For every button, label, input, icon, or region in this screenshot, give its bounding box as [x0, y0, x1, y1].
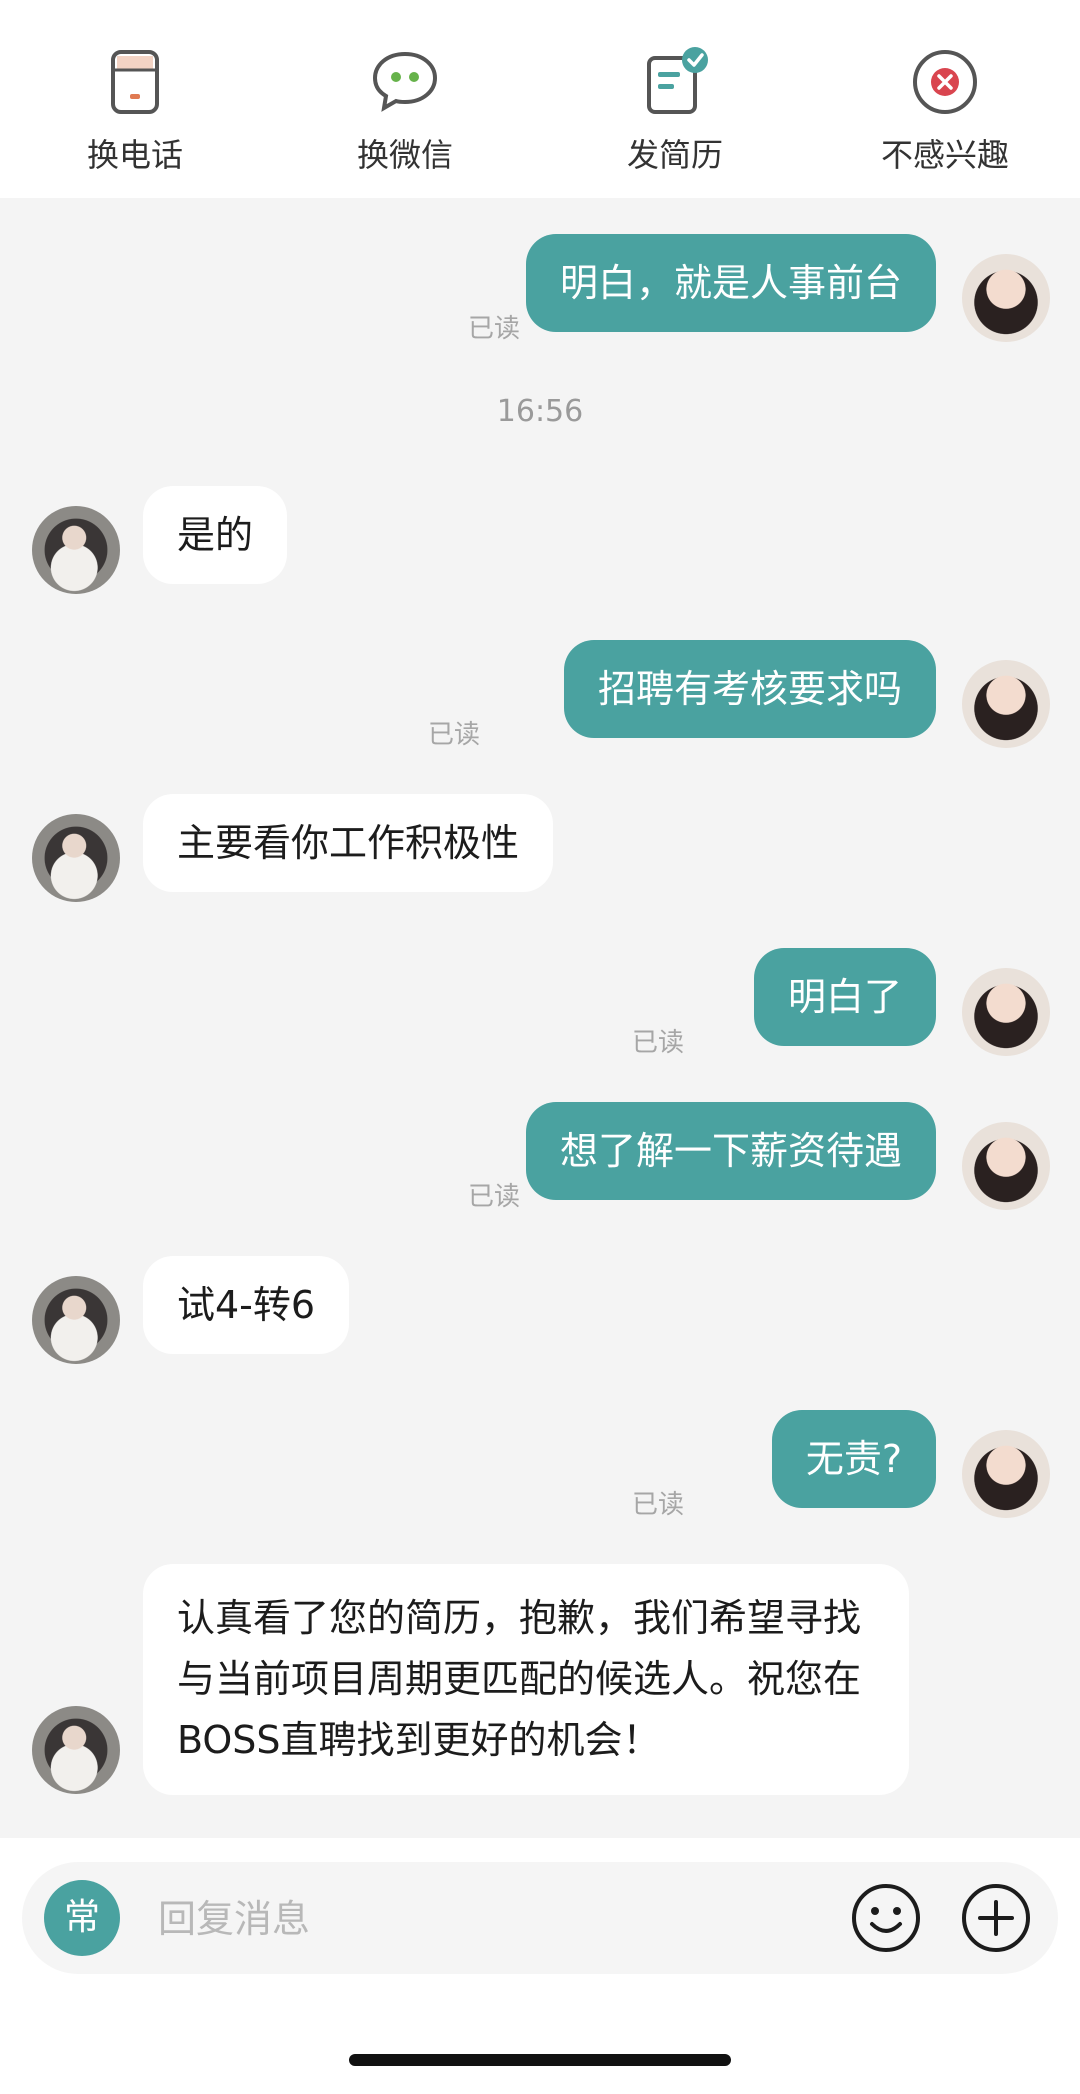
message-row-sent: 已读 明白，就是人事前台 [0, 234, 1080, 344]
common-phrases-button[interactable]: 常 [44, 1880, 120, 1956]
message-row-sent: 已读 无责? [0, 1410, 1080, 1520]
message-row-sent: 已读 明白了 [0, 948, 1080, 1058]
recruiter-avatar[interactable] [32, 814, 120, 902]
read-status: 已读 [467, 314, 520, 344]
message-bubble-received[interactable]: 是的 [143, 486, 288, 584]
message-bubble-sent[interactable]: 明白，就是人事前台 [525, 234, 936, 332]
read-status: 已读 [427, 720, 480, 750]
exchange-phone-label: 换电话 [86, 136, 183, 174]
my-avatar[interactable] [962, 1122, 1050, 1210]
message-row-sent: 已读 想了解一下薪资待遇 [0, 1102, 1080, 1212]
quick-action-bar: 换电话 换微信 发简历 不感兴趣 [0, 0, 1080, 198]
message-row-received: 主要看你工作积极性 [0, 794, 1080, 904]
input-area: 常 [0, 1838, 1080, 2094]
send-resume-label: 发简历 [626, 136, 723, 174]
my-avatar[interactable] [962, 1430, 1050, 1518]
plus-icon[interactable] [960, 1882, 1032, 1954]
reply-input[interactable] [156, 1880, 840, 1958]
recruiter-avatar[interactable] [32, 506, 120, 594]
message-bubble-sent[interactable]: 想了解一下薪资待遇 [525, 1102, 936, 1200]
message-bubble-sent[interactable]: 无责? [771, 1410, 936, 1508]
message-bubble-sent[interactable]: 明白了 [753, 948, 936, 1046]
read-status: 已读 [467, 1182, 520, 1212]
message-row-received: 试4-转6 [0, 1256, 1080, 1366]
my-avatar[interactable] [962, 968, 1050, 1056]
message-row-received: 认真看了您的简历，抱歉，我们希望寻找与当前项目周期更匹配的候选人。祝您在BOSS… [0, 1564, 1080, 1796]
not-interested-label: 不感兴趣 [880, 136, 1009, 174]
wechat-icon [369, 46, 441, 118]
exchange-wechat-button[interactable]: 换微信 [305, 0, 505, 176]
home-indicator[interactable] [349, 2054, 731, 2066]
my-avatar[interactable] [962, 254, 1050, 342]
resume-icon [639, 46, 711, 118]
timestamp: 16:56 [496, 394, 584, 429]
message-bubble-received[interactable]: 主要看你工作积极性 [143, 794, 554, 892]
send-resume-button[interactable]: 发简历 [575, 0, 775, 176]
message-bubble-received[interactable]: 认真看了您的简历，抱歉，我们希望寻找与当前项目周期更匹配的候选人。祝您在BOSS… [143, 1564, 909, 1795]
message-list[interactable]: 已读 明白，就是人事前台 16:56 是的 已读 招聘有考核要求吗 主要看你工作… [0, 198, 1080, 1838]
read-status: 已读 [631, 1028, 684, 1058]
message-bubble-sent[interactable]: 招聘有考核要求吗 [563, 640, 936, 738]
message-row-received: 是的 [0, 486, 1080, 596]
emoji-icon[interactable] [850, 1882, 922, 1954]
not-interested-button[interactable]: 不感兴趣 [845, 0, 1045, 176]
message-row-sent: 已读 招聘有考核要求吗 [0, 640, 1080, 750]
message-bubble-received[interactable]: 试4-转6 [143, 1256, 350, 1354]
my-avatar[interactable] [962, 660, 1050, 748]
not-interested-icon [909, 46, 981, 118]
exchange-phone-button[interactable]: 换电话 [35, 0, 235, 176]
phone-icon [99, 46, 171, 118]
read-status: 已读 [631, 1490, 684, 1520]
recruiter-avatar[interactable] [32, 1706, 120, 1794]
recruiter-avatar[interactable] [32, 1276, 120, 1364]
exchange-wechat-label: 换微信 [356, 136, 453, 174]
reply-bar: 常 [22, 1862, 1058, 1974]
